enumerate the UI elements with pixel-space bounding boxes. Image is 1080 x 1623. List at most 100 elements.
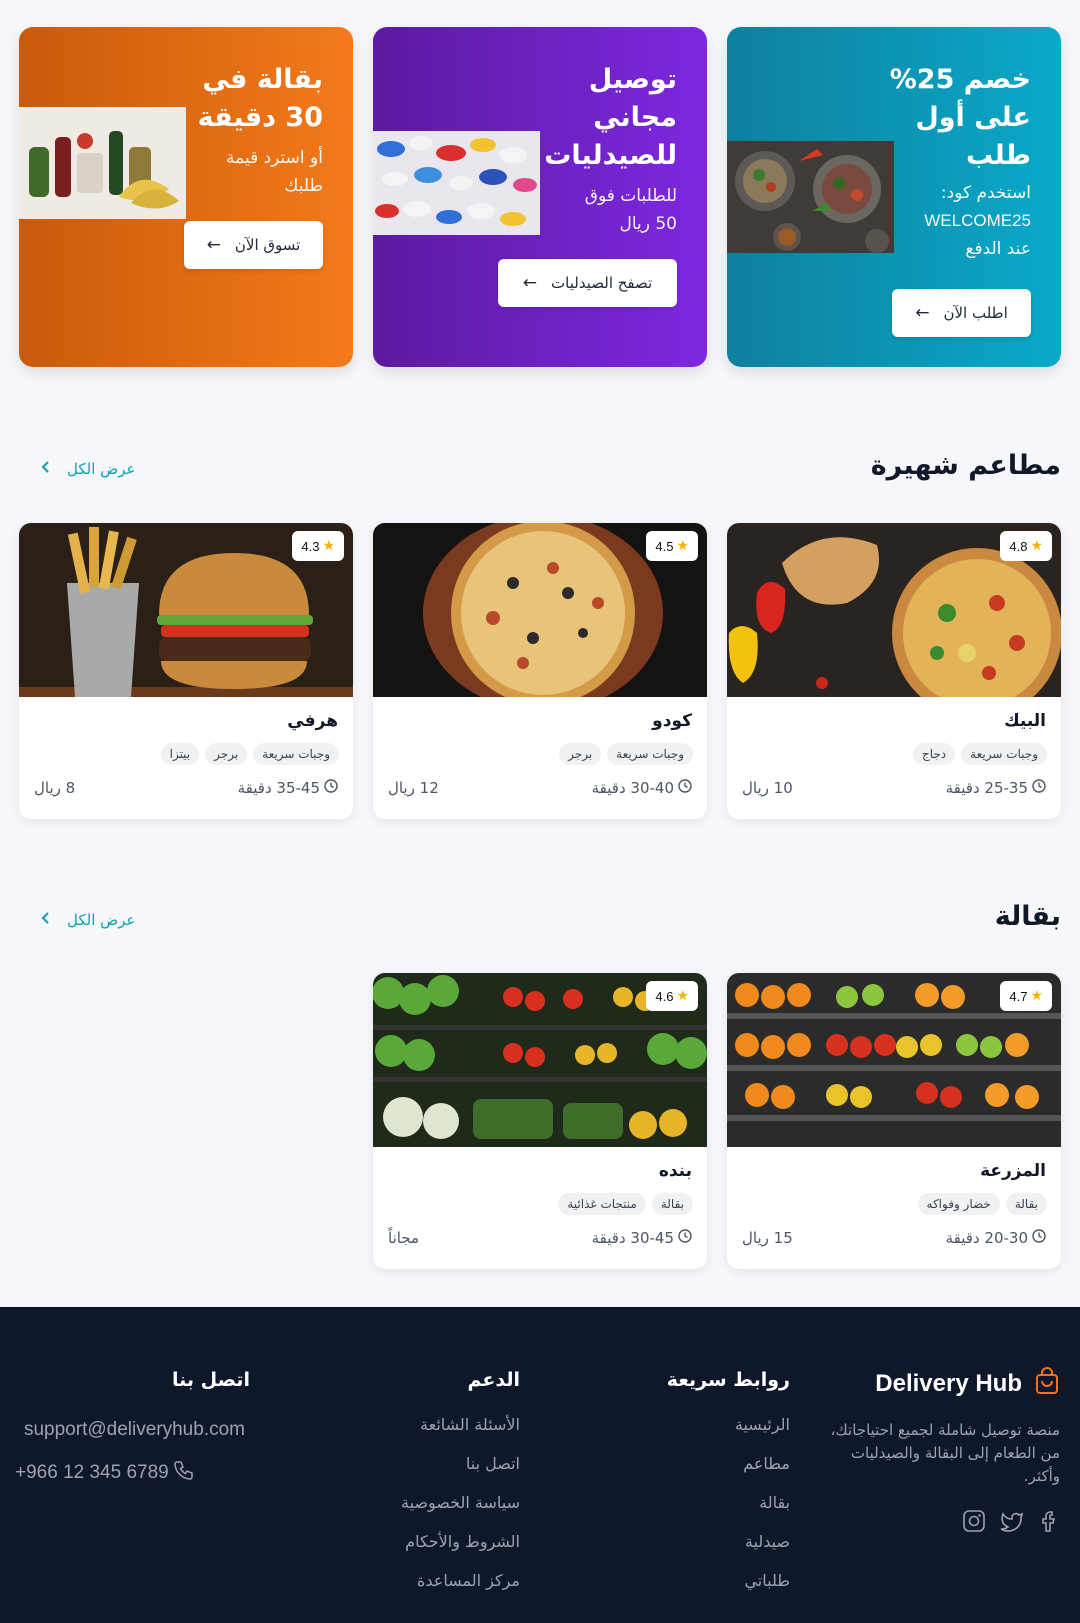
- contact-phone[interactable]: +966 12 345 6789: [15, 1459, 245, 1487]
- footer-link-contact[interactable]: اتصل بنا: [401, 1452, 520, 1476]
- footer-link-grocery[interactable]: بقالة: [667, 1491, 790, 1515]
- restaurant-card[interactable]: ★ 4.8 البيك وجبات سريعة دجاج 25-35 دقيقة…: [727, 523, 1061, 819]
- store-card[interactable]: ★ 4.6 بنده بقالة منتجات غذائية 30-45 دقي…: [373, 973, 707, 1269]
- time-value: 30-45 دقيقة: [591, 1229, 674, 1247]
- promo-text-line: للطلبات فوق: [584, 186, 677, 206]
- restaurant-name: كودو: [652, 711, 692, 731]
- tag: برجر: [559, 743, 602, 765]
- view-all-link[interactable]: عرض الكل: [41, 911, 136, 929]
- footer-link-privacy[interactable]: سياسة الخصوصية: [401, 1491, 520, 1515]
- order-now-button[interactable]: اطلب الآن ←: [892, 289, 1031, 337]
- rating-badge: ★ 4.8: [1000, 531, 1052, 561]
- footer-link-pharmacy[interactable]: صيدلية: [667, 1530, 790, 1554]
- tag-list: بقالة منتجات غذائية: [558, 1193, 693, 1215]
- footer-link-terms[interactable]: الشروط والأحكام: [401, 1530, 520, 1554]
- rating-value: 4.6: [655, 988, 674, 1004]
- view-all-label: عرض الكل: [67, 460, 136, 478]
- tag: برجر: [205, 743, 248, 765]
- rating-value: 4.7: [1009, 988, 1028, 1004]
- view-all-label: عرض الكل: [67, 911, 136, 929]
- promo-title: توصيل مجاني للصيدليات: [544, 64, 677, 171]
- column-title: اتصل بنا: [172, 1369, 250, 1391]
- promo-text-line: استخدم كود:: [940, 183, 1031, 203]
- popular-restaurants-list: ★ 4.8 البيك وجبات سريعة دجاج 25-35 دقيقة…: [19, 523, 1061, 819]
- clock-icon: [678, 1229, 692, 1247]
- rating-badge: ★ 4.7: [1000, 981, 1052, 1011]
- shop-now-button[interactable]: تسوق الآن ←: [184, 221, 323, 269]
- delivery-fee: 10 ريال: [742, 779, 793, 797]
- tag-list: وجبات سريعة برجر: [559, 743, 693, 765]
- restaurant-card[interactable]: ★ 4.3 هرفي وجبات سريعة برجر بيتزا 35-45 …: [19, 523, 353, 819]
- delivery-time: 25-35 دقيقة: [946, 779, 1046, 797]
- brand-description: منصة توصيل شاملة لجميع احتياجاتك، من الط…: [830, 1421, 1060, 1485]
- time-value: 20-30 دقيقة: [945, 1229, 1028, 1247]
- food-plates-image: [727, 141, 894, 253]
- column-title: روابط سريعة: [666, 1369, 790, 1391]
- time-value: 30-40 دقيقة: [591, 779, 674, 797]
- social-links: [962, 1509, 1060, 1537]
- delivery-time: 35-45 دقيقة: [238, 779, 338, 797]
- column-title: الدعم: [467, 1369, 520, 1391]
- rating-value: 4.3: [301, 538, 320, 554]
- tag: بقالة: [651, 1193, 693, 1215]
- rating-value: 4.8: [1009, 538, 1028, 554]
- browse-pharmacies-button[interactable]: تصفح الصيدليات ←: [498, 259, 677, 307]
- footer-brand[interactable]: Delivery Hub: [875, 1367, 1060, 1401]
- footer-link-home[interactable]: الرئيسية: [667, 1413, 790, 1437]
- tag: بقالة: [1005, 1193, 1047, 1215]
- instagram-icon[interactable]: [962, 1509, 986, 1537]
- arrow-left-icon: ←: [522, 273, 538, 293]
- time-value: 25-35 دقيقة: [945, 779, 1028, 797]
- promo-free-pharmacy-delivery: توصيل مجاني للصيدليات للطلبات فوق 50 ريا…: [373, 27, 707, 367]
- promo-text-line: أو استرد قيمة: [226, 148, 323, 168]
- promo-grocery-30min: بقالة في 30 دقيقة أو استرد قيمة طلبك تسو…: [19, 27, 353, 367]
- rating-value: 4.5: [655, 538, 674, 554]
- chevron-left-icon: [41, 460, 51, 478]
- tag: وجبات سريعة: [607, 743, 693, 765]
- promo-text-line: 50 ريال: [619, 214, 677, 234]
- star-icon: ★: [676, 988, 689, 1004]
- tag: بيتزا: [160, 743, 200, 765]
- tag: منتجات غذائية: [558, 1193, 646, 1215]
- clock-icon: [1032, 779, 1046, 797]
- tag: وجبات سريعة: [961, 743, 1047, 765]
- grocery-items-image: [19, 107, 186, 219]
- restaurant-name: هرفي: [287, 711, 338, 731]
- rating-badge: ★ 4.3: [292, 531, 344, 561]
- promo-title: بقالة في 30 دقيقة: [197, 64, 323, 133]
- star-icon: ★: [322, 538, 335, 554]
- restaurant-card[interactable]: ★ 4.5 كودو وجبات سريعة برجر 30-40 دقيقة …: [373, 523, 707, 819]
- delivery-fee: 12 ريال: [388, 779, 439, 797]
- promo-code: WELCOME25: [924, 211, 1031, 230]
- delivery-time: 30-45 دقيقة: [592, 1229, 692, 1247]
- star-icon: ★: [1030, 988, 1043, 1004]
- delivery-time: 20-30 دقيقة: [946, 1229, 1046, 1247]
- phone-value: +966 12 345 6789: [15, 1462, 169, 1483]
- tag-list: وجبات سريعة برجر بيتزا: [160, 743, 339, 765]
- contact-email[interactable]: support@deliveryhub.com: [15, 1419, 245, 1441]
- facebook-icon[interactable]: [1038, 1509, 1060, 1537]
- promo-description: أو استرد قيمة طلبك: [173, 144, 323, 200]
- clock-icon: [324, 779, 338, 797]
- star-icon: ★: [676, 538, 689, 554]
- footer-link-help-center[interactable]: مركز المساعدة: [401, 1569, 520, 1593]
- delivery-fee: 8 ريال: [34, 779, 76, 797]
- restaurant-name: البيك: [1004, 711, 1046, 731]
- shopping-bag-icon: [1034, 1367, 1060, 1401]
- section-title: مطاعم شهيرة: [870, 450, 1061, 481]
- brand-name: Delivery Hub: [875, 1370, 1022, 1397]
- button-label: اطلب الآن: [943, 304, 1008, 322]
- delivery-fee: 15 ريال: [742, 1229, 793, 1247]
- email-value: support@deliveryhub.com: [23, 1419, 245, 1440]
- delivery-fee: مجاناً: [388, 1229, 420, 1247]
- promo-description: استخدم كود: WELCOME25 عند الدفع: [881, 179, 1031, 263]
- footer-link-restaurants[interactable]: مطاعم: [667, 1452, 790, 1476]
- time-value: 35-45 دقيقة: [237, 779, 320, 797]
- tag-list: وجبات سريعة دجاج: [912, 743, 1047, 765]
- twitter-icon[interactable]: [1000, 1509, 1024, 1537]
- view-all-link[interactable]: عرض الكل: [41, 460, 136, 478]
- store-card[interactable]: ★ 4.7 المزرعة بقالة خضار وفواكه 20-30 دق…: [727, 973, 1061, 1269]
- footer-link-faq[interactable]: الأسئلة الشائعة: [401, 1413, 520, 1437]
- rating-badge: ★ 4.5: [646, 531, 698, 561]
- footer-link-my-orders[interactable]: طلباتي: [667, 1569, 790, 1593]
